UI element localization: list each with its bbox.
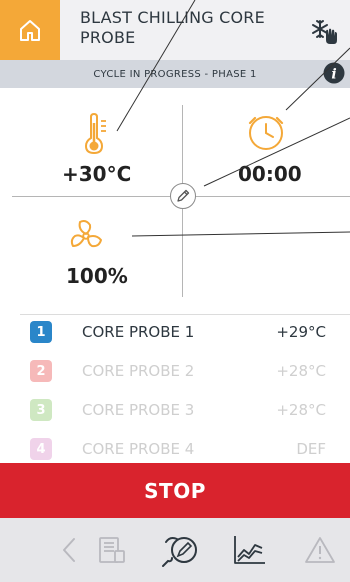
- warning-icon: [305, 537, 335, 563]
- home-button[interactable]: [0, 0, 60, 60]
- fan-speed-value[interactable]: 100%: [66, 264, 128, 288]
- probe-name: CORE PROBE 3: [82, 401, 195, 419]
- nav-probe-edit-button[interactable]: [158, 528, 202, 572]
- probe-row-1[interactable]: 1 CORE PROBE 1 +29°C: [0, 314, 350, 352]
- time-value[interactable]: 00:00: [238, 162, 302, 186]
- cycle-status-text: CYCLE IN PROGRESS - PHASE 1: [93, 68, 257, 80]
- probe-name: CORE PROBE 4: [82, 440, 195, 458]
- probe-number-badge: 1: [30, 321, 52, 343]
- nav-back-button[interactable]: [48, 528, 92, 572]
- temperature-value[interactable]: +30°C: [62, 162, 131, 186]
- probe-temperature: DEF: [296, 440, 326, 458]
- pencil-icon: [177, 189, 190, 202]
- clock-icon[interactable]: [246, 112, 286, 152]
- home-icon: [20, 20, 40, 41]
- probe-row-2[interactable]: 2 CORE PROBE 2 +28°C: [0, 353, 350, 391]
- page-title: BLAST CHILLING CORE PROBE: [80, 8, 265, 47]
- probe-edit-icon: [162, 537, 197, 567]
- edit-parameters-button[interactable]: [170, 183, 196, 209]
- probe-temperature: +28°C: [276, 362, 326, 380]
- bottom-nav: [0, 518, 350, 582]
- probe-number-badge: 4: [30, 438, 52, 460]
- info-icon[interactable]: i: [323, 62, 345, 84]
- probe-temperature: +28°C: [276, 401, 326, 419]
- recipe-book-icon: [99, 537, 125, 563]
- nav-chart-button[interactable]: [227, 528, 271, 572]
- snowflake-hand-icon[interactable]: [310, 18, 338, 46]
- nav-alarms-button[interactable]: [298, 528, 342, 572]
- thermometer-icon[interactable]: [80, 113, 114, 155]
- probe-row-3[interactable]: 3 CORE PROBE 3 +28°C: [0, 392, 350, 430]
- chart-icon: [234, 536, 265, 564]
- back-icon: [63, 538, 75, 562]
- probe-number-badge: 3: [30, 399, 52, 421]
- probe-name: CORE PROBE 2: [82, 362, 195, 380]
- nav-recipes-button[interactable]: [90, 528, 134, 572]
- svg-text:i: i: [331, 67, 336, 83]
- cycle-status-bar: CYCLE IN PROGRESS - PHASE 1: [0, 60, 350, 88]
- stop-button[interactable]: STOP: [0, 463, 350, 518]
- probe-temperature: +29°C: [276, 323, 326, 341]
- fan-icon[interactable]: [66, 216, 106, 256]
- header-bar: BLAST CHILLING CORE PROBE: [0, 0, 350, 60]
- probe-name: CORE PROBE 1: [82, 323, 195, 341]
- probe-number-badge: 2: [30, 360, 52, 382]
